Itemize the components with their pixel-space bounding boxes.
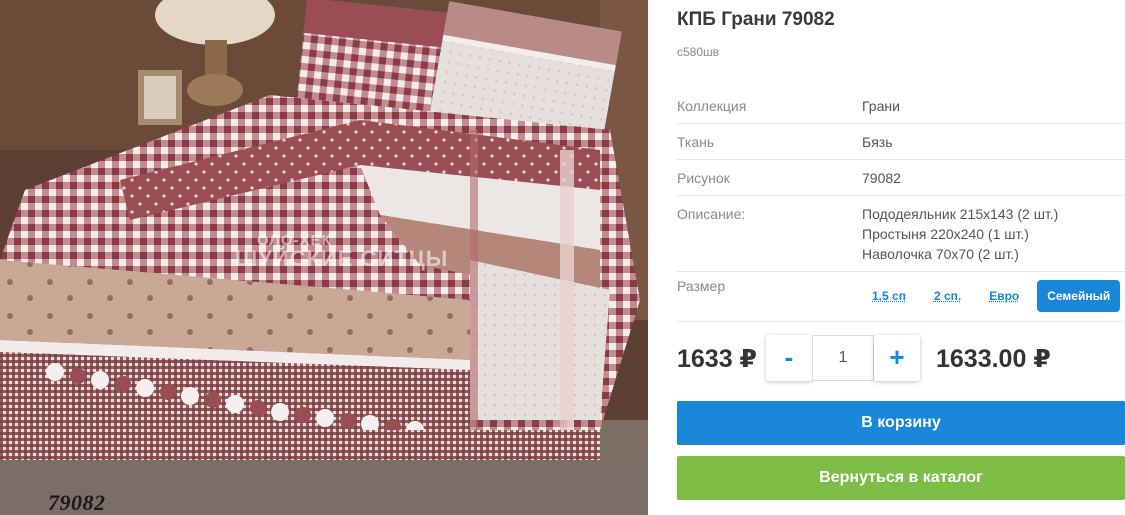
image-code-label: 79082 <box>48 490 106 515</box>
size-label: Размер <box>677 278 726 294</box>
description-value: Пододеяльник 215х143 (2 шт.) Простыня 22… <box>862 204 1058 264</box>
product-image: ОЛО-ХЕК ШУЙСКИЕ СИТЦЫ 79082 <box>0 0 648 515</box>
property-row-collection: Коллекция Грани <box>677 88 1125 124</box>
properties-table: Коллекция Грани Ткань Бязь Рисунок 79082 Оп… <box>677 88 1125 322</box>
total-price: 1633.00 ₽ <box>936 345 1051 373</box>
add-to-cart-button[interactable]: В корзину <box>677 401 1125 445</box>
price-row: 1633 ₽ - + 1633.00 ₽ <box>677 335 1125 381</box>
product-sku: с580шв <box>677 45 720 59</box>
unit-price: 1633 ₽ <box>677 345 757 373</box>
back-to-catalog-button[interactable]: Вернуться в каталог <box>677 456 1125 500</box>
property-label: Коллекция <box>677 98 747 114</box>
property-value: Бязь <box>862 134 893 150</box>
property-label: Рисунок <box>677 170 730 186</box>
size-option-1-5[interactable]: 1,5 сп <box>862 280 916 312</box>
description-label: Описание: <box>677 206 746 222</box>
product-details: КПБ Грани 79082 с580шв Коллекция Грани Тк… <box>677 0 1125 515</box>
property-value: Грани <box>862 98 900 114</box>
watermark-line2: ШУЙСКИЕ СИТЦЫ <box>235 246 449 271</box>
size-selector-row: Размер 1,5 сп 2 сп. Евро Семейный <box>677 272 1125 322</box>
watermark: ОЛО-ХЕК ШУЙСКИЕ СИТЦЫ <box>235 233 448 270</box>
size-option-family[interactable]: Семейный <box>1037 280 1121 312</box>
property-value: 79082 <box>862 170 901 186</box>
product-title: КПБ Грани 79082 <box>677 9 835 30</box>
description-line: Простыня 220х240 (1 шт.) <box>862 226 1029 242</box>
property-label: Ткань <box>677 134 715 150</box>
description-line: Наволочка 70х70 (2 шт.) <box>862 246 1019 262</box>
quantity-decrease-button[interactable]: - <box>766 335 812 381</box>
size-option-2[interactable]: 2 сп. <box>924 280 971 312</box>
property-row-description: Описание: Пододеяльник 215х143 (2 шт.) П… <box>677 196 1125 272</box>
property-row-fabric: Ткань Бязь <box>677 124 1125 160</box>
property-row-pattern: Рисунок 79082 <box>677 160 1125 196</box>
quantity-input[interactable] <box>812 335 874 381</box>
description-line: Пододеяльник 215х143 (2 шт.) <box>862 206 1059 222</box>
quantity-increase-button[interactable]: + <box>874 335 920 381</box>
size-options: 1,5 сп 2 сп. Евро Семейный <box>862 280 1121 312</box>
size-option-euro[interactable]: Евро <box>979 280 1029 312</box>
